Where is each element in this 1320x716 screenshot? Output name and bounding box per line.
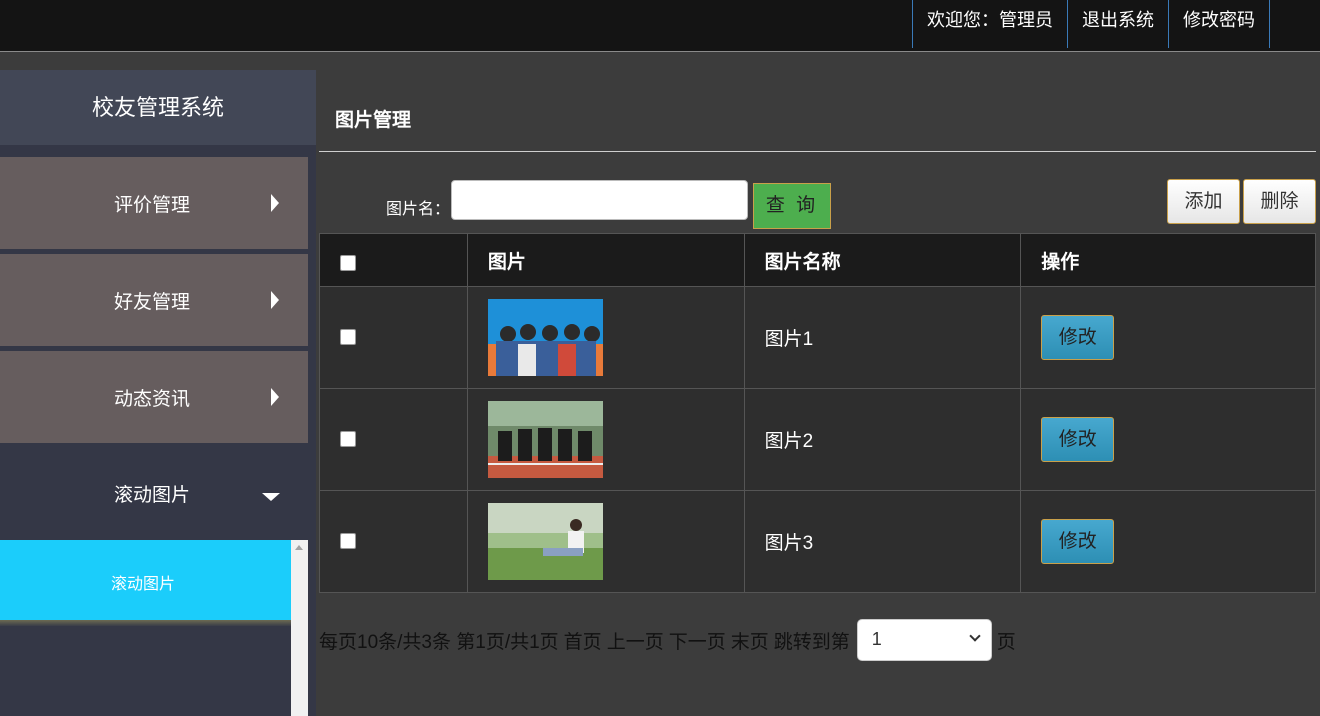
select-all-checkbox[interactable] — [340, 254, 356, 271]
caret-down-icon — [262, 493, 280, 501]
submenu-item-label: 滚动图片 — [111, 576, 176, 593]
chevron-down-icon — [969, 630, 981, 642]
sidebar-item-label: 滚动图片 — [114, 485, 191, 506]
change-password-link[interactable]: 修改密码 — [1168, 0, 1270, 48]
page-select[interactable]: 1 — [856, 619, 992, 661]
delete-button[interactable]: 删除 — [1243, 179, 1316, 224]
add-button[interactable]: 添加 — [1167, 179, 1240, 224]
image-cell — [466, 490, 745, 593]
actions-cell: 修改 — [1020, 286, 1316, 389]
page-suffix: 页 — [996, 631, 1016, 653]
table-row: 图片3 修改 — [319, 490, 1316, 593]
edit-button[interactable]: 修改 — [1041, 315, 1115, 360]
row-select-cell — [319, 286, 468, 389]
sidebar-item-label: 评价管理 — [114, 194, 191, 216]
main-content: 图片管理 图片名： 查 询 添加 删除 图片 图片名称 操作 图片1 修改 图片… — [319, 70, 1316, 716]
table-row: 图片1 修改 — [319, 286, 1316, 389]
sidebar-item-label: 好友管理 — [114, 291, 191, 313]
logout-link[interactable]: 退出系统 — [1067, 0, 1168, 48]
app-title: 校友管理系统 — [0, 70, 316, 145]
sidebar-item-evaluation[interactable]: 评价管理 — [0, 157, 308, 249]
first-page-link[interactable]: 首页 — [564, 627, 602, 654]
title-divider — [319, 151, 1316, 152]
welcome-text: 欢迎您：管理员 — [912, 0, 1067, 48]
column-header-actions: 操作 — [1020, 233, 1316, 287]
page-select-value: 1 — [871, 629, 882, 649]
row-checkbox[interactable] — [340, 329, 356, 346]
scroll-up-icon[interactable] — [295, 545, 303, 550]
pagination: 每页10条/共3条 第1页/共1页 首页 上一页 下一页 末页 跳转到第 1 页 — [319, 619, 1021, 661]
row-checkbox[interactable] — [340, 431, 356, 448]
column-header-image: 图片 — [466, 233, 745, 287]
search-input[interactable] — [451, 180, 748, 220]
graduation-photo-thumbnail — [487, 401, 603, 478]
page-title: 图片管理 — [335, 110, 412, 131]
actions-cell: 修改 — [1020, 490, 1316, 593]
pagination-info: 每页10条/共3条 第1页/共1页 — [319, 631, 559, 653]
image-cell — [466, 388, 745, 491]
table-header-row: 图片 图片名称 操作 — [319, 233, 1316, 287]
image-name-cell: 图片3 — [743, 490, 1022, 593]
sidebar-item-label: 动态资讯 — [114, 388, 191, 410]
chevron-right-icon — [271, 291, 279, 309]
search-label: 图片名： — [386, 201, 451, 218]
edit-button[interactable]: 修改 — [1041, 417, 1115, 462]
submenu-item-carousel[interactable]: 滚动图片 — [0, 540, 291, 620]
chevron-right-icon — [271, 388, 279, 406]
image-name-cell: 图片2 — [743, 388, 1022, 491]
column-header-name: 图片名称 — [743, 233, 1022, 287]
select-all-cell — [319, 233, 468, 287]
image-cell — [466, 286, 745, 389]
student-photo-thumbnail — [487, 503, 603, 580]
sidebar-scrollbar[interactable] — [291, 540, 308, 716]
next-page-link[interactable]: 下一页 — [669, 627, 726, 654]
row-select-cell — [319, 490, 468, 593]
table-row: 图片2 修改 — [319, 388, 1316, 491]
sidebar: 校友管理系统 评价管理 好友管理 动态资讯 滚动图片 滚动图片 — [0, 70, 316, 716]
query-button[interactable]: 查 询 — [753, 183, 831, 229]
actions-cell: 修改 — [1020, 388, 1316, 491]
chevron-right-icon — [271, 194, 279, 212]
submenu-divider — [0, 620, 291, 626]
edit-button[interactable]: 修改 — [1041, 519, 1115, 564]
image-name-cell: 图片1 — [743, 286, 1022, 389]
sidebar-item-friends[interactable]: 好友管理 — [0, 254, 308, 346]
row-select-cell — [319, 388, 468, 491]
jump-label: 跳转到第 — [773, 631, 850, 653]
group-photo-thumbnail — [487, 299, 603, 376]
top-bar: 欢迎您：管理员 退出系统 修改密码 — [0, 0, 1320, 52]
sidebar-item-carousel[interactable]: 滚动图片 — [0, 443, 308, 538]
prev-page-link[interactable]: 上一页 — [607, 627, 664, 654]
top-nav: 欢迎您：管理员 退出系统 修改密码 — [912, 0, 1270, 48]
sidebar-item-news[interactable]: 动态资讯 — [0, 351, 308, 443]
row-checkbox[interactable] — [340, 533, 356, 550]
image-table: 图片 图片名称 操作 图片1 修改 图片2 修改 图片3 修改 — [319, 233, 1316, 593]
last-page-link[interactable]: 末页 — [731, 627, 769, 654]
